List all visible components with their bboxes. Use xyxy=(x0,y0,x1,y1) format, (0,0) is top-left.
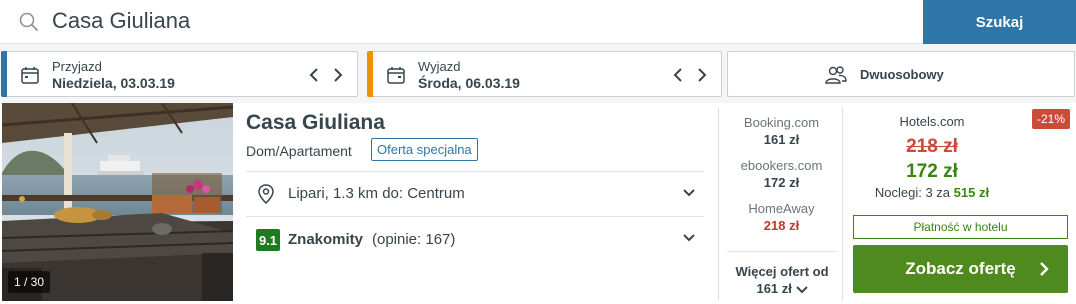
hotel-photo[interactable]: 1 / 30 xyxy=(2,103,233,301)
chevron-right-icon xyxy=(334,68,343,82)
deal-price: 161 zł xyxy=(763,132,800,147)
calendar-icon xyxy=(387,67,405,84)
checkout-next-button[interactable] xyxy=(695,64,709,86)
nights-total-price: 515 zł xyxy=(953,185,990,200)
deal-site: Booking.com xyxy=(743,115,820,130)
hotel-name[interactable]: Casa Giuliana xyxy=(246,111,385,135)
chevron-right-icon xyxy=(1040,262,1049,276)
hotel-result-card: 1 / 30 Casa Giuliana Dom/Apartament Ofer… xyxy=(0,103,1076,304)
more-offers-button[interactable]: Więcej ofert od 161 zł xyxy=(727,251,837,296)
deal-item[interactable]: HomeAway 218 zł xyxy=(719,201,844,233)
rating-word: Znakomity xyxy=(288,231,364,248)
checkout-label: Wyjazd xyxy=(418,59,461,74)
deal-price: 218 zł xyxy=(763,218,800,233)
guests-selector[interactable]: Dwuosobowy xyxy=(727,51,1075,97)
guests-label: Dwuosobowy xyxy=(860,67,944,82)
deal-price: 172 zł xyxy=(763,175,800,190)
main-offer: -21% Hotels.com 218 zł 172 zł Noclegi: 3… xyxy=(852,103,1072,301)
checkin-field[interactable]: Przyjazd Niedziela, 03.03.19 xyxy=(1,51,358,97)
more-offers-label: Więcej ofert od xyxy=(735,264,829,279)
checkin-label: Przyjazd xyxy=(52,59,102,74)
more-offers-price: 161 zł xyxy=(756,281,792,296)
calendar-icon xyxy=(21,67,39,84)
search-bar: Casa Giuliana Szukaj xyxy=(0,0,1076,44)
people-icon xyxy=(825,66,847,84)
checkin-prev-button[interactable] xyxy=(307,64,321,86)
deal-item[interactable]: ebookers.com 172 zł xyxy=(719,158,844,190)
checkout-field[interactable]: Wyjazd Środa, 06.03.19 xyxy=(367,51,722,97)
checkin-value: Niedziela, 03.03.19 xyxy=(52,75,175,91)
nights-total: Noclegi: 3 za 515 zł xyxy=(852,185,1012,200)
current-price: 172 zł xyxy=(906,161,958,182)
chevron-down-icon xyxy=(683,234,695,242)
nights-prefix: Noclegi: 3 za xyxy=(874,185,951,200)
offer-site: Hotels.com xyxy=(899,114,965,129)
location-row[interactable]: Lipari, 1.3 km do: Centrum xyxy=(246,171,704,215)
checkin-accent xyxy=(1,51,7,97)
view-offer-button[interactable]: Zobacz ofertę xyxy=(853,245,1068,293)
chevron-left-icon xyxy=(673,68,682,82)
search-icon xyxy=(19,12,38,31)
rating-row[interactable]: 9.1 Znakomity (opinie: 167) xyxy=(246,216,704,260)
photo-counter: 1 / 30 xyxy=(8,271,51,293)
old-price: 218 zł xyxy=(906,136,958,157)
checkout-prev-button[interactable] xyxy=(671,64,685,86)
review-count: (opinie: 167) xyxy=(372,231,456,248)
chevron-left-icon xyxy=(309,68,318,82)
location-text: Lipari, 1.3 km do: Centrum xyxy=(288,185,465,202)
discount-badge: -21% xyxy=(1031,109,1070,129)
other-deals-column: Booking.com 161 zł ebookers.com 172 zł H… xyxy=(718,107,843,301)
view-offer-label: Zobacz ofertę xyxy=(905,259,1016,278)
chevron-down-icon xyxy=(683,189,695,197)
checkin-next-button[interactable] xyxy=(331,64,345,86)
pay-at-hotel-label: Płatność w hotelu xyxy=(853,215,1068,239)
search-button[interactable]: Szukaj xyxy=(923,0,1076,44)
location-pin-icon xyxy=(258,184,274,204)
deal-site: ebookers.com xyxy=(740,158,823,173)
rating-score-badge: 9.1 xyxy=(256,229,280,251)
checkout-accent xyxy=(367,51,373,97)
special-offer-badge: Oferta specjalna xyxy=(371,138,478,161)
chevron-down-icon xyxy=(795,285,808,293)
deal-item[interactable]: Booking.com 161 zł xyxy=(719,115,844,147)
checkout-value: Środa, 06.03.19 xyxy=(418,75,520,91)
deal-site: HomeAway xyxy=(748,201,815,216)
chevron-right-icon xyxy=(698,68,707,82)
accommodation-type: Dom/Apartament xyxy=(246,143,352,159)
page: Casa Giuliana Szukaj Przyjazd Niedziela,… xyxy=(0,0,1076,304)
search-input[interactable]: Casa Giuliana xyxy=(52,6,190,36)
